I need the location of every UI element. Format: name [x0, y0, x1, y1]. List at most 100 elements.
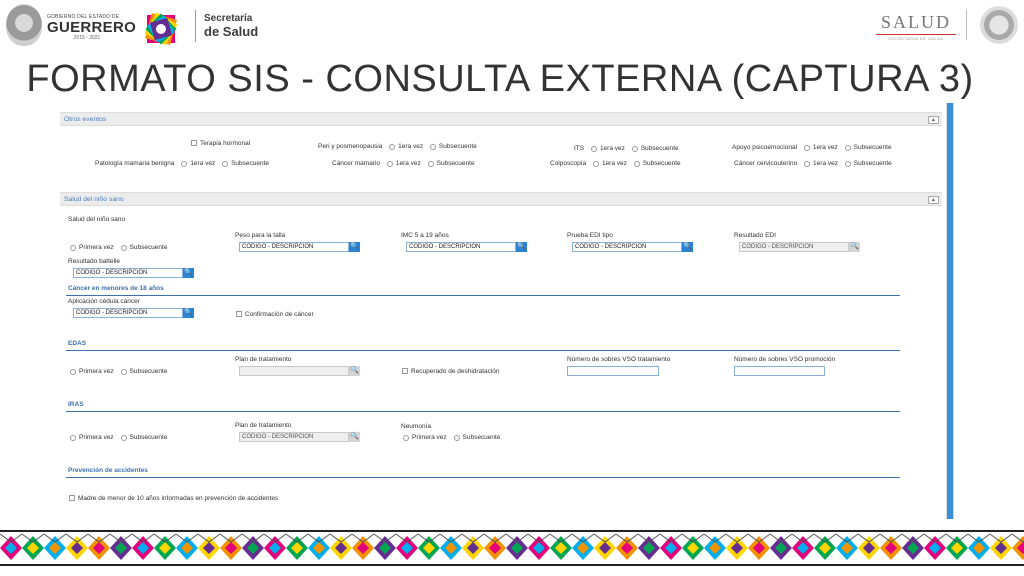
checkbox-icon[interactable] — [402, 368, 408, 375]
radio-icon[interactable] — [181, 160, 188, 167]
search-icon[interactable]: 🔍 — [349, 366, 360, 376]
gov-big-text: GUERRERO — [47, 19, 137, 36]
radio-icon[interactable] — [592, 160, 599, 167]
radio-icon[interactable] — [803, 144, 810, 151]
battelle-label: Resultado battelle — [68, 258, 121, 265]
radio-icon[interactable] — [389, 143, 396, 150]
radio-icon[interactable] — [427, 160, 434, 167]
search-icon[interactable]: 🔍 — [516, 242, 527, 252]
radio-icon[interactable] — [804, 160, 811, 167]
iras-plan-label: Plan de tratamiento — [235, 422, 292, 429]
radio-icon[interactable] — [120, 368, 127, 375]
collapse-icon[interactable]: ▲ — [928, 116, 939, 124]
nino-subsecuente-label: Subsecuente — [129, 244, 168, 252]
edas-plan-select[interactable] — [239, 366, 349, 376]
radio-icon[interactable] — [631, 145, 638, 152]
cancer-menores-title: Cáncer en menores de 18 años — [68, 285, 164, 292]
radio-icon[interactable] — [386, 160, 393, 167]
accidentes-title: Prevención de accidentes — [68, 467, 148, 474]
vso-tratamiento-label: Número de sobres VSO tratamiento — [567, 356, 671, 363]
cm-primera-label: 1era vez — [395, 160, 421, 167]
radio-icon[interactable] — [844, 144, 851, 151]
checkbox-icon[interactable] — [236, 311, 242, 318]
edi-tipo-select[interactable]: CODIGO - DESCRIPCION — [572, 242, 682, 252]
edas-primera-label: Primera vez — [79, 368, 114, 375]
terapia-label: Terapia hormonal — [200, 140, 251, 147]
radio-icon[interactable] — [70, 434, 76, 441]
edas-title: EDAS — [68, 340, 87, 347]
checkbox-icon[interactable] — [191, 140, 197, 147]
madre-informada-checkbox[interactable]: Madre de menor de 10 años informadas en … — [69, 495, 278, 502]
apoyo-psicoemocional-group: Apoyo psicoemocional 1era vez Subsecuent… — [732, 144, 892, 151]
confirmacion-cancer-checkbox[interactable]: Confirmación de cáncer — [236, 311, 314, 318]
neumonia-radio-group: Primera vez Subsecuente — [403, 434, 500, 441]
search-icon[interactable]: 🔍 — [349, 432, 360, 442]
peri-subsecuente-label: Subsecuente — [438, 143, 477, 151]
edi-tipo-label: Prueba EDI tipo — [567, 232, 613, 239]
imc-select[interactable]: CODIGO - DESCRIPCION — [406, 242, 516, 252]
iras-radio-group: Primera vez Subsecuente — [70, 434, 167, 441]
secretaria-text: Secretaría — [204, 13, 253, 24]
vso-promocion-input[interactable] — [734, 366, 825, 376]
recuperado-label: Recuperado de deshidratación — [411, 368, 500, 375]
resultado-edi-select[interactable]: CODIGO - DESCRIPCION — [739, 242, 849, 252]
radio-icon[interactable] — [70, 244, 76, 251]
section-divider — [66, 350, 900, 351]
de-salud-text: de Salud — [204, 24, 259, 39]
section-divider — [66, 295, 900, 296]
radio-icon[interactable] — [70, 368, 76, 375]
cancer-cervicouterino-group: Cáncer cervicouterino 1era vez Subsecuen… — [734, 160, 892, 167]
cancer-cervico-label: Cáncer cervicouterino — [734, 160, 798, 167]
iras-subsecuente-label: Subsecuente — [129, 434, 168, 442]
iras-primera-label: Primera vez — [79, 434, 114, 441]
header-divider-right — [966, 10, 967, 40]
edas-plan-label: Plan de tratamiento — [235, 356, 292, 363]
its-group: ITS 1era vez Subsecuente — [574, 145, 679, 152]
nino-sano-radio-group: Primera vez Subsecuente — [70, 244, 167, 251]
neu-subsecuente-label: Subsecuente — [462, 434, 501, 442]
gobierno-guerrero-logo: GOBIERNO DEL ESTADO DE GUERRERO 2015 - 2… — [47, 14, 137, 41]
search-icon[interactable]: 🔍 — [183, 308, 194, 318]
cancer-mamario-label: Cáncer mamario — [332, 160, 381, 167]
section-divider — [66, 477, 900, 478]
terapia-hormonal-checkbox[interactable]: Terapia hormonal — [191, 140, 250, 147]
radio-icon[interactable] — [453, 434, 460, 441]
radio-icon[interactable] — [403, 434, 409, 441]
cedula-cancer-select[interactable]: CODIGO - DESCRIPCION — [73, 308, 183, 318]
otros-eventos-header[interactable]: Otros eventos ▲ — [60, 112, 942, 126]
apoyo-primera-label: 1era vez — [812, 144, 838, 151]
vertical-scrollbar[interactable] — [946, 103, 954, 519]
search-icon[interactable]: 🔍 — [183, 268, 194, 278]
cc-subsecuente-label: Subsecuente — [853, 160, 892, 168]
nino-sano-header[interactable]: Salud del niño sano ▲ — [60, 192, 942, 206]
scrollbar-thumb[interactable] — [947, 103, 953, 519]
search-icon[interactable]: 🔍 — [682, 242, 693, 252]
collapse-icon[interactable]: ▲ — [928, 196, 939, 204]
cancer-mamario-group: Cáncer mamario 1era vez Subsecuente — [332, 160, 475, 167]
radio-icon[interactable] — [633, 160, 640, 167]
radio-icon[interactable] — [120, 434, 127, 441]
edas-subsecuente-label: Subsecuente — [129, 368, 168, 376]
slide-title: FORMATO SIS - CONSULTA EXTERNA (CAPTURA … — [26, 58, 974, 100]
radio-icon[interactable] — [222, 160, 229, 167]
search-icon[interactable]: 🔍 — [349, 242, 360, 252]
radio-icon[interactable] — [429, 143, 436, 150]
iras-plan-select[interactable]: CODIGO - DESCRIPCION — [239, 432, 349, 442]
its-label: ITS — [574, 145, 585, 152]
radio-icon[interactable] — [590, 145, 597, 152]
vso-tratamiento-input[interactable] — [567, 366, 659, 376]
radio-icon[interactable] — [120, 244, 127, 251]
header-divider — [195, 10, 196, 42]
peso-talla-select[interactable]: CODIGO - DESCRIPCION — [239, 242, 349, 252]
neumonia-label: Neumonía — [401, 423, 431, 430]
patologia-mamaria-group: Patología mamaria benigna 1era vez Subse… — [95, 160, 269, 167]
search-icon[interactable]: 🔍 — [849, 242, 860, 252]
battelle-select[interactable]: CODIGO - DESCRIPCION — [73, 268, 183, 278]
radio-icon[interactable] — [844, 160, 851, 167]
recuperado-checkbox[interactable]: Recuperado de deshidratación — [402, 368, 500, 375]
checkbox-icon[interactable] — [69, 495, 75, 502]
peri-primera-label: 1era vez — [398, 143, 424, 150]
sis-form: Otros eventos ▲ Terapia hormonal Peri y … — [58, 106, 946, 518]
imc-label: IMC 5 a 19 años — [401, 232, 449, 239]
otros-eventos-title: Otros eventos — [64, 116, 107, 123]
